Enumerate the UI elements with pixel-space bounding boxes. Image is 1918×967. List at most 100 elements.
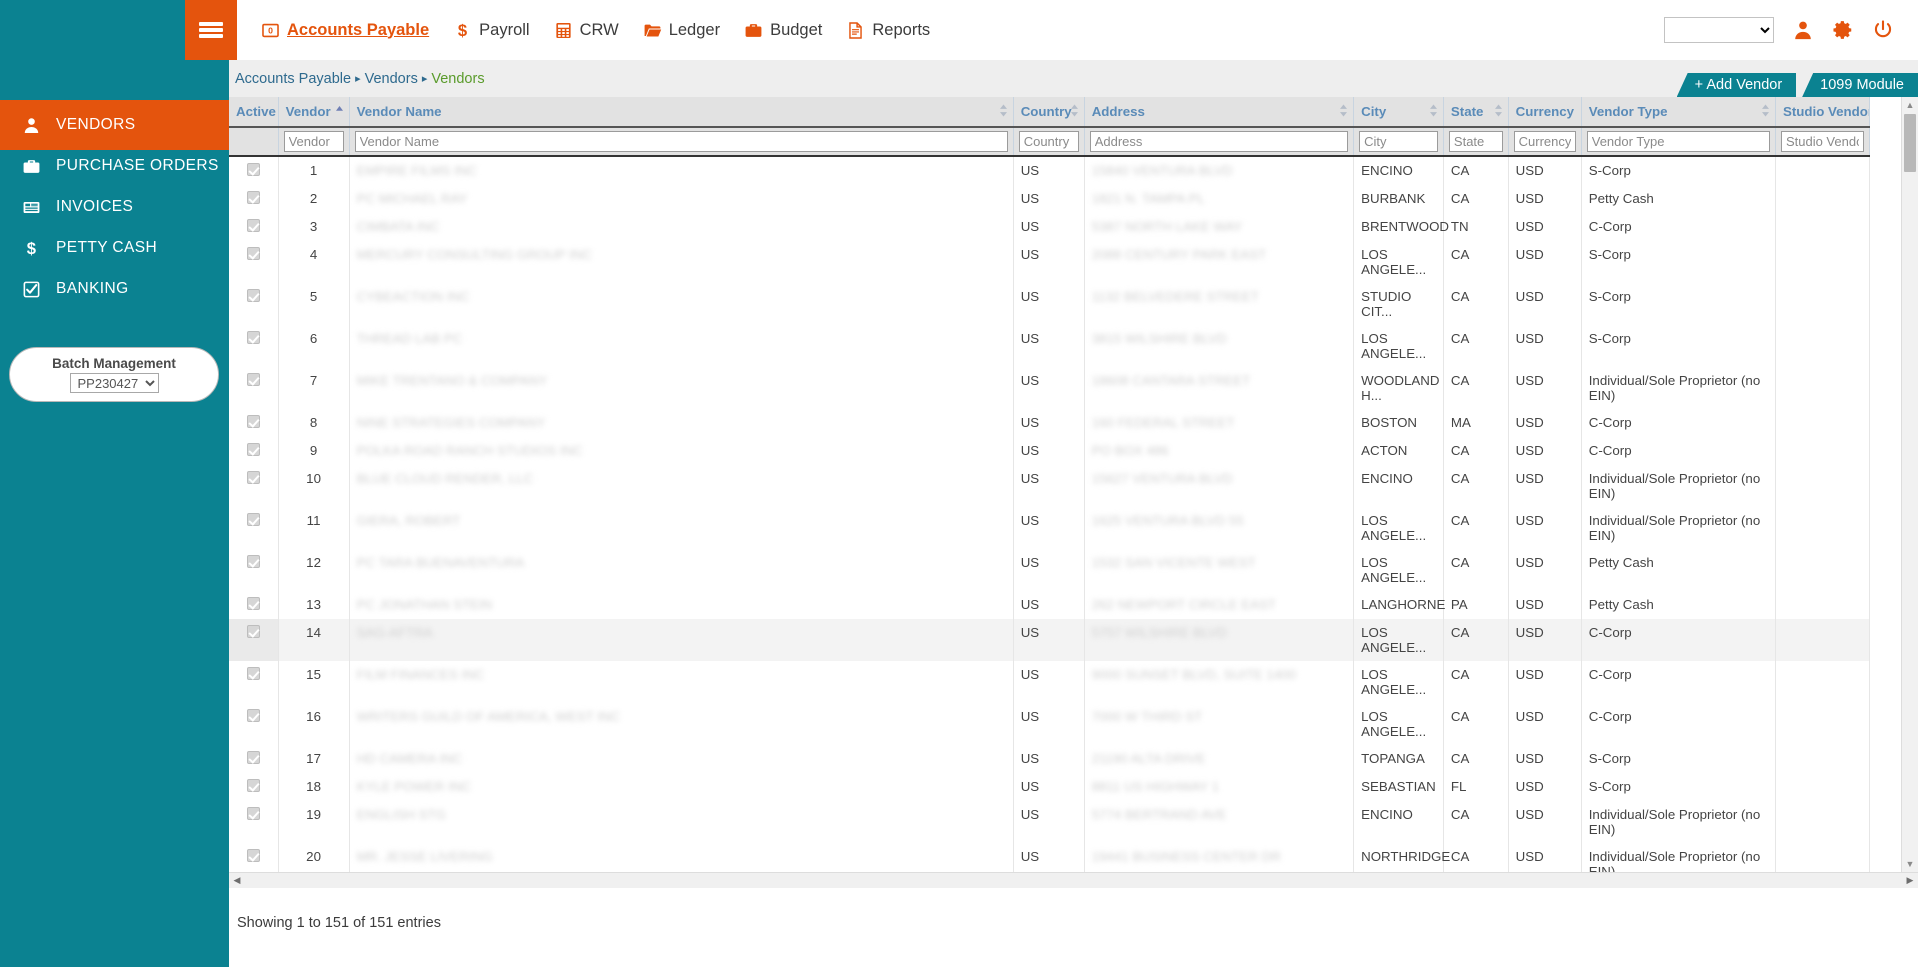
table-row[interactable]: 14SAG-AFTRAUS5757 WILSHIRE BLVDLOS ANGEL… [229, 619, 1870, 661]
table-row[interactable]: 11GIERA, ROBERTUS1625 VENTURA BLVD 55LOS… [229, 507, 1870, 549]
table-row[interactable]: 1EMPIRE FILMS INCUS15840 VENTURA BLVDENC… [229, 156, 1870, 185]
nav-item-accounts-payable[interactable]: 0Accounts Payable [261, 21, 429, 40]
vendors-grid-scroll[interactable]: ActiveVendorVendor NameCountryAddressCit… [229, 97, 1918, 872]
table-row[interactable]: 3CIMBATA INCUS5387 NORTH LAKE WAYBRENTWO… [229, 213, 1870, 241]
row-state: CA [1443, 801, 1508, 843]
breadcrumb-item-1[interactable]: Vendors [365, 71, 418, 87]
row-active-checkbox[interactable] [247, 779, 260, 792]
table-row[interactable]: 4MERCURY CONSULTING GROUP INCUS2088 CENT… [229, 241, 1870, 283]
breadcrumb-item-2[interactable]: Vendors [431, 71, 484, 87]
row-active-checkbox[interactable] [247, 415, 260, 428]
sidebar: VENDORSPURCHASE ORDERSINVOICES$PETTY CAS… [0, 0, 229, 967]
vertical-scrollbar[interactable]: ▲ ▼ [1901, 97, 1918, 872]
column-header-country[interactable]: Country [1013, 97, 1084, 127]
vertical-scroll-thumb[interactable] [1904, 114, 1916, 172]
row-active-checkbox[interactable] [247, 513, 260, 526]
table-row[interactable]: 9POLKA ROAD RANCH STUDIOS INCUSPO BOX 48… [229, 437, 1870, 465]
column-header-address[interactable]: Address [1084, 97, 1353, 127]
company-select[interactable] [1664, 17, 1774, 43]
power-icon[interactable] [1872, 19, 1894, 41]
row-active-checkbox[interactable] [247, 471, 260, 484]
horizontal-scroll-thumb[interactable] [245, 874, 1902, 888]
row-active-checkbox[interactable] [247, 555, 260, 568]
filter-input-state[interactable] [1449, 131, 1503, 152]
filter-input-vendor_type[interactable] [1587, 131, 1770, 152]
row-studio-vendor [1775, 213, 1869, 241]
row-active-cell [229, 409, 278, 437]
row-active-checkbox[interactable] [247, 597, 260, 610]
table-row[interactable]: 20MR. JESSE LIVERINGUS19441 BUSINESS CEN… [229, 843, 1870, 872]
table-row[interactable]: 10BLUE CLOUD RENDER, LLCUS15627 VENTURA … [229, 465, 1870, 507]
row-active-checkbox[interactable] [247, 163, 260, 176]
row-active-checkbox[interactable] [247, 443, 260, 456]
column-header-city[interactable]: City [1354, 97, 1444, 127]
column-header-state[interactable]: State [1443, 97, 1508, 127]
row-address-value: 160 FEDERAL STREET [1092, 415, 1235, 430]
filter-input-vendor_name[interactable] [355, 131, 1008, 152]
row-vendor-id: 13 [278, 591, 349, 619]
nav-item-label: Budget [770, 21, 822, 40]
row-active-checkbox[interactable] [247, 849, 260, 862]
table-row[interactable]: 2PC MICHAEL RAYUS1821 N. TAMPA PLBURBANK… [229, 185, 1870, 213]
row-address-value: 9000 SUNSET BLVD, SUITE 1400 [1092, 667, 1296, 682]
filter-input-studio_vendor[interactable] [1781, 131, 1864, 152]
nav-item-label: Payroll [479, 21, 529, 40]
filter-input-country[interactable] [1019, 131, 1079, 152]
row-active-checkbox[interactable] [247, 625, 260, 638]
table-row[interactable]: 19ENGLISH STGUS5774 BERTRAND AVEENCINOCA… [229, 801, 1870, 843]
row-active-checkbox[interactable] [247, 709, 260, 722]
row-address: 15840 VENTURA BLVD [1084, 156, 1353, 185]
row-active-checkbox[interactable] [247, 331, 260, 344]
row-active-checkbox[interactable] [247, 667, 260, 680]
gear-icon[interactable] [1832, 19, 1854, 41]
scroll-right-icon[interactable]: ▶ [1902, 873, 1918, 889]
nav-item-reports[interactable]: Reports [846, 21, 930, 40]
row-active-checkbox[interactable] [247, 219, 260, 232]
table-row[interactable]: 13PC JONATHAN STEINUS262 NEWPORT CIRCLE … [229, 591, 1870, 619]
column-header-currency: Currency [1508, 97, 1581, 127]
scroll-up-icon[interactable]: ▲ [1902, 97, 1918, 113]
folder-icon [643, 21, 662, 40]
horizontal-scrollbar[interactable]: ◀ ▶ [229, 872, 1918, 888]
table-row[interactable]: 12PC TARA BUENAVENTURAUS1532 SAN VICENTE… [229, 549, 1870, 591]
table-row[interactable]: 17HD CAMERA INCUS21190 ALTA DRIVETOPANGA… [229, 745, 1870, 773]
filter-input-vendor[interactable] [284, 131, 344, 152]
column-header-vendor_name[interactable]: Vendor Name [349, 97, 1013, 127]
nav-item-crw[interactable]: CRW [554, 21, 619, 40]
row-active-checkbox[interactable] [247, 807, 260, 820]
1099-module-button[interactable]: 1099 Module [1802, 73, 1918, 97]
filter-input-address[interactable] [1090, 131, 1348, 152]
hamburger-icon[interactable] [185, 0, 237, 60]
nav-item-payroll[interactable]: $Payroll [453, 21, 529, 40]
filter-input-city[interactable] [1359, 131, 1438, 152]
nav-item-budget[interactable]: Budget [744, 21, 822, 40]
batch-management-card[interactable]: Batch Management PP230427 [9, 347, 219, 402]
row-vendor-type: Individual/Sole Proprietor (no EIN) [1581, 801, 1775, 843]
row-active-checkbox[interactable] [247, 191, 260, 204]
row-active-checkbox[interactable] [247, 751, 260, 764]
table-row[interactable]: 16WRITERS GUILD OF AMERICA, WEST INCUS70… [229, 703, 1870, 745]
nav-item-ledger[interactable]: Ledger [643, 21, 720, 40]
row-vendor-name-value: FILM FINANCES INC [357, 667, 485, 682]
row-currency: USD [1508, 507, 1581, 549]
add-vendor-button[interactable]: + Add Vendor [1677, 73, 1796, 97]
table-row[interactable]: 6THREAD LAB PCUS3815 WILSHIRE BLVDLOS AN… [229, 325, 1870, 367]
row-active-checkbox[interactable] [247, 289, 260, 302]
table-row[interactable]: 7MIKE TRENTANO & COMPANYUS18608 CANTARA … [229, 367, 1870, 409]
breadcrumb-item-0[interactable]: Accounts Payable [235, 71, 351, 87]
batch-select[interactable]: PP230427 [70, 373, 159, 393]
table-row[interactable]: 8NINE STRATEGIES COMPANYUS160 FEDERAL ST… [229, 409, 1870, 437]
table-row[interactable]: 15FILM FINANCES INCUS9000 SUNSET BLVD, S… [229, 661, 1870, 703]
user-icon[interactable] [1792, 19, 1814, 41]
table-row[interactable]: 5CYBEACTION INCUS1132 BELVEDERE STREETST… [229, 283, 1870, 325]
table-row[interactable]: 18KYLE POWER INCUS8811 US HIGHWAY 1SEBAS… [229, 773, 1870, 801]
column-header-vendor_type[interactable]: Vendor Type [1581, 97, 1775, 127]
row-active-checkbox[interactable] [247, 373, 260, 386]
row-active-checkbox[interactable] [247, 247, 260, 260]
row-active-cell [229, 591, 278, 619]
filter-input-currency[interactable] [1514, 131, 1576, 152]
scroll-left-icon[interactable]: ◀ [229, 873, 245, 889]
column-header-vendor[interactable]: Vendor [278, 97, 349, 127]
sidebar-item-banking[interactable]: BANKING [0, 264, 229, 314]
scroll-down-icon[interactable]: ▼ [1902, 856, 1918, 872]
